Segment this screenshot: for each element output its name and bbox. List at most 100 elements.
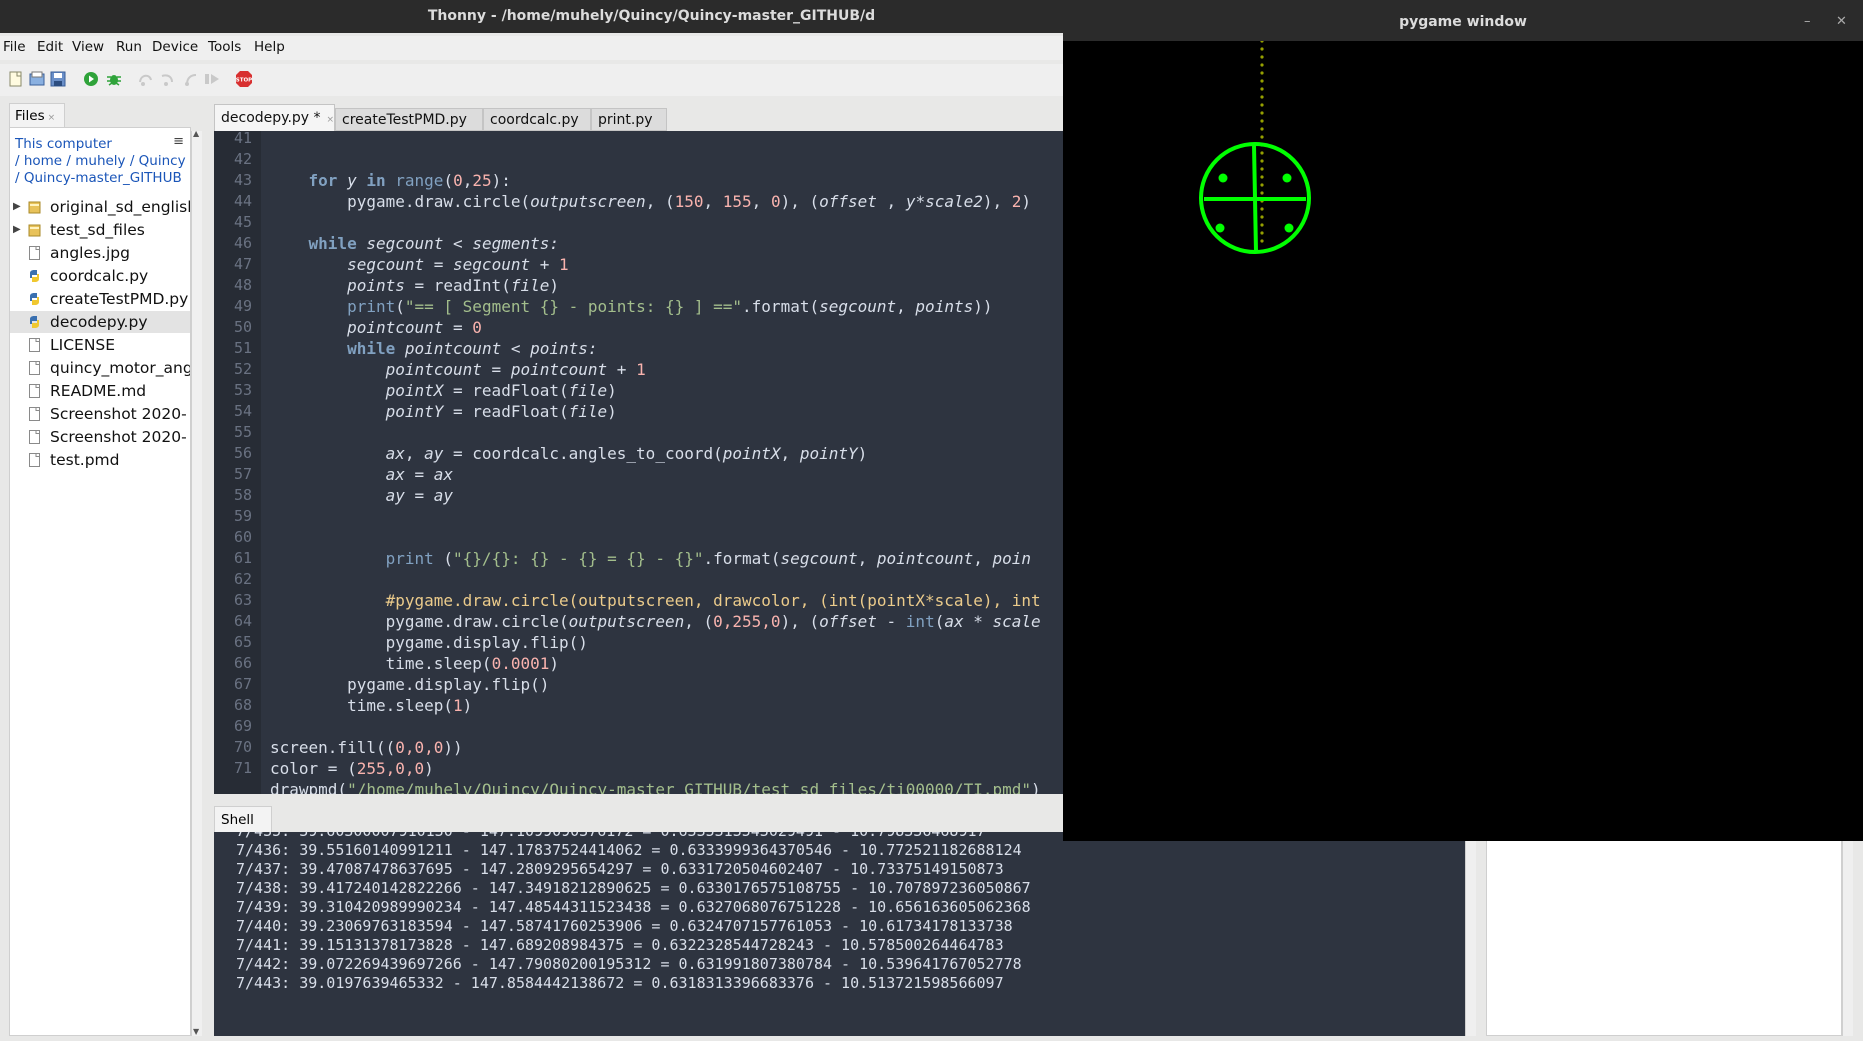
file-item[interactable]: decodepy.py (10, 311, 190, 333)
file-item[interactable]: ▶ test_sd_files (10, 219, 190, 241)
expand-arrow-icon[interactable]: ▶ (13, 219, 21, 241)
code-line-62: #pygame.draw.circle(outputscreen, drawco… (385, 591, 1041, 610)
menu-run[interactable]: Run (116, 39, 142, 55)
tab-decodepy[interactable]: decodepy.py * × (214, 104, 335, 131)
close-icon[interactable]: ✕ (1836, 0, 1847, 44)
open-file-icon[interactable] (29, 71, 45, 87)
files-tab[interactable]: Files × (9, 103, 65, 128)
line-number: 43 (233, 171, 252, 189)
line-number: 58 (233, 486, 252, 504)
file-item-label: Screenshot 2020- (50, 428, 187, 446)
file-item[interactable]: coordcalc.py (10, 265, 190, 287)
debug-icon[interactable] (106, 71, 122, 87)
minimize-icon[interactable]: – (1804, 0, 1811, 44)
menu-device[interactable]: Device (152, 39, 198, 55)
resume-icon[interactable] (204, 71, 220, 87)
guide-dot (1260, 175, 1264, 179)
menu-tools[interactable]: Tools (208, 39, 241, 55)
files-tab-close-icon[interactable]: × (48, 113, 56, 123)
file-item[interactable]: quincy_motor_ang (10, 357, 191, 379)
pygame-title-bar: pygame window – ✕ (1063, 0, 1863, 41)
file-item[interactable]: angles.jpg (10, 242, 190, 264)
files-scrollbar[interactable]: ▲ ▼ (191, 129, 202, 1036)
file-item-label: quincy_motor_ang (50, 359, 191, 377)
line-number: 51 (233, 339, 252, 357)
shell-line: 7/442: 39.072269439697266 - 147.79080200… (236, 955, 1022, 973)
tab-print-label: print.py (598, 112, 653, 128)
line-number: 61 (233, 549, 252, 567)
line-number: 60 (233, 528, 252, 546)
file-item[interactable]: ▶ original_sd_englisl (10, 196, 190, 218)
menu-help[interactable]: Help (254, 39, 285, 55)
expand-arrow-icon[interactable]: ▶ (13, 196, 21, 218)
files-menu-icon[interactable]: ≡ (173, 134, 184, 149)
file-icon (29, 361, 40, 375)
shell-output[interactable]: 7/435: 39.60300007910130 - 147.109909037… (214, 832, 1465, 1036)
guide-dot (1260, 47, 1264, 51)
menu-edit[interactable]: Edit (37, 39, 63, 55)
shell-tab-label: Shell (221, 812, 254, 828)
code-line-55: ax, ay = coordcalc.angles_to_coord(point… (385, 444, 868, 463)
file-item[interactable]: Screenshot 2020- (10, 426, 190, 448)
line-number: 69 (233, 717, 252, 735)
folder-icon (28, 201, 41, 214)
step-into-icon[interactable] (160, 71, 176, 87)
code-editor[interactable]: 41 42 43 44 45 46 47 48 49 50 51 52 53 54 55 56 57 58 59 60… (214, 131, 1063, 794)
assistant-panel (1486, 835, 1842, 1036)
line-number: 57 (233, 465, 252, 483)
code-line-47: points = readInt(file) (347, 276, 559, 295)
breadcrumb-quincy-master[interactable]: / Quincy-master_GITHUB (15, 170, 182, 186)
file-item[interactable]: test.pmd (10, 449, 190, 471)
code-line-60: print ("{}/{}: {} - {} = {} - {}".format… (385, 549, 1031, 568)
file-item-label: coordcalc.py (50, 267, 149, 285)
file-item[interactable]: README.md (10, 380, 190, 402)
shell-line: 7/440: 39.23069763183594 - 147.587417602… (236, 917, 1013, 935)
scroll-down-icon[interactable]: ▼ (193, 1027, 199, 1036)
shell-tab[interactable]: Shell (214, 806, 272, 832)
breadcrumb-this-computer[interactable]: This computer (15, 136, 112, 152)
run-icon[interactable] (83, 71, 99, 87)
line-number: 68 (233, 696, 252, 714)
pygame-canvas[interactable] (1063, 39, 1863, 841)
menu-view[interactable]: View (72, 39, 104, 55)
step-out-icon[interactable] (183, 71, 199, 87)
stop-icon[interactable]: STOP (235, 70, 253, 88)
shell-line: 7/437: 39.47087478637695 - 147.280929565… (236, 860, 1004, 878)
line-number: 50 (233, 318, 252, 336)
line-number: 67 (233, 675, 252, 693)
pygame-drawing (1199, 39, 1311, 254)
file-item[interactable]: createTestPMD.py (10, 288, 190, 310)
save-file-icon[interactable] (50, 71, 66, 87)
line-number-gutter: 41 42 43 44 45 46 47 48 49 50 51 52 53 54 55 56 57 58 59 60… (214, 131, 261, 794)
guide-dot (1260, 207, 1264, 211)
file-icon (29, 430, 40, 444)
tab-close-icon[interactable]: × (327, 115, 335, 125)
guide-dot (1260, 39, 1264, 43)
file-icon (29, 384, 40, 398)
guide-dot (1260, 95, 1264, 99)
guide-dot-column (1260, 39, 1264, 243)
assistant-scrollbar[interactable] (1842, 835, 1853, 1036)
code-line-57: ay = ay (385, 486, 454, 505)
breadcrumb-home-path[interactable]: / home / muhely / Quincy (15, 153, 186, 169)
line-number: 41 (233, 131, 252, 147)
tab-print[interactable]: print.py (591, 108, 667, 131)
thonny-title: Thonny - /home/muhely/Quincy/Quincy-mast… (427, 8, 876, 24)
shell-line: 7/435: 39.60300007910130 - 147.109909037… (236, 832, 986, 840)
guide-dot (1260, 191, 1264, 195)
guide-dot (1260, 63, 1264, 67)
file-item[interactable]: Screenshot 2020- (10, 403, 190, 425)
file-item[interactable]: LICENSE (10, 334, 190, 356)
step-over-icon[interactable] (138, 71, 154, 87)
scroll-up-icon[interactable]: ▲ (193, 129, 199, 138)
tab-createtestpmd[interactable]: createTestPMD.py (335, 108, 483, 131)
file-icon (29, 453, 40, 467)
stop-label: STOP (236, 78, 252, 84)
menu-file[interactable]: File (3, 39, 26, 55)
tab-coordcalc[interactable]: coordcalc.py (483, 108, 591, 131)
new-file-icon[interactable] (8, 71, 24, 87)
line-number: 70 (233, 738, 252, 756)
shell-scrollbar[interactable] (1465, 832, 1476, 1036)
line-number: 48 (233, 276, 252, 294)
line-number: 59 (233, 507, 252, 525)
